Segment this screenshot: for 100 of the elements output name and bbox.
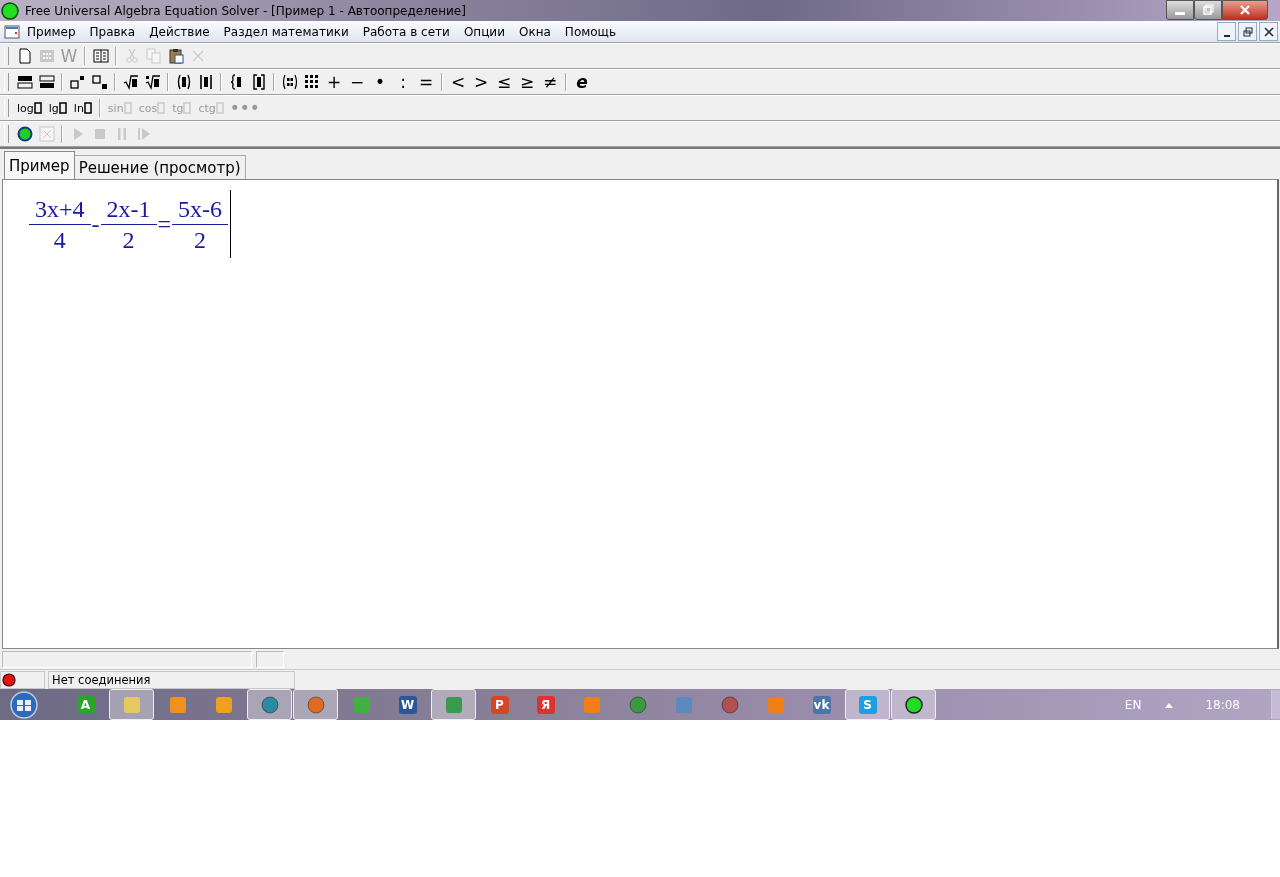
stacked-bars-icon [16, 74, 33, 90]
numerator: 5x-6 [177, 194, 224, 224]
close-icon [1263, 26, 1274, 37]
symbol-button[interactable]: < [448, 71, 468, 93]
placeholder-box-icon [157, 102, 166, 114]
app-icon [352, 695, 371, 714]
grid-icon [38, 48, 55, 64]
menu-item[interactable]: Помощь [557, 24, 623, 39]
step-icon [135, 126, 152, 142]
symbol-button[interactable]: > [471, 71, 491, 93]
round-app-icon [904, 695, 923, 714]
bracket-icon [250, 74, 267, 90]
app-icon [582, 695, 601, 714]
window-title: Free Universal Algebra Equation Solver - [Пример 1 - Автоопределение] [25, 3, 467, 18]
status-panel [256, 651, 284, 668]
text-cursor [230, 190, 232, 258]
stacked-bars-icon [38, 74, 55, 90]
close-icon [1239, 4, 1251, 16]
app-icon [214, 695, 233, 714]
function-button[interactable]: ln [71, 97, 94, 119]
app-icon [168, 695, 187, 714]
round-app-icon [306, 695, 325, 714]
app-icon [1, 1, 19, 20]
matrix-icon [281, 74, 298, 90]
menu-item[interactable]: Опции [456, 24, 512, 39]
page-icon [16, 48, 33, 64]
restore-icon [1202, 4, 1214, 16]
document-icon [4, 24, 20, 39]
close-button[interactable] [1222, 0, 1268, 20]
menu-item[interactable]: Правка [82, 24, 143, 39]
placeholder-box-icon [183, 102, 192, 114]
menu-item[interactable]: Пример [20, 24, 83, 39]
status-indicator-icon [2, 672, 16, 687]
nth-root-icon [144, 74, 161, 90]
menu-item[interactable]: Действие [142, 24, 217, 39]
app-icon [444, 695, 463, 714]
parentheses-icon [175, 74, 192, 90]
function-button[interactable]: lg [46, 97, 69, 119]
absolute-value-icon [197, 74, 214, 90]
taskbar-app[interactable]: Я [523, 689, 568, 720]
minimize-button[interactable] [1166, 0, 1194, 20]
app-icon [766, 695, 785, 714]
app-logo: Я [536, 695, 555, 714]
restore-button[interactable] [1238, 22, 1257, 41]
app-logo: A [76, 695, 95, 714]
taskbar-app[interactable] [891, 689, 936, 720]
symbol-button[interactable]: • [370, 71, 390, 93]
close-button[interactable] [1259, 22, 1278, 41]
round-app-icon [720, 695, 739, 714]
menu-item[interactable]: Раздел математики [216, 24, 356, 39]
square-root-icon [122, 74, 139, 90]
placeholder-box-icon [33, 102, 42, 114]
taskbar-app[interactable]: W [385, 689, 430, 720]
symbol-button[interactable]: ≥ [517, 71, 537, 93]
app-icon [674, 695, 693, 714]
function-label: lg [48, 101, 59, 115]
minimize-button[interactable] [1217, 22, 1236, 41]
placeholder-box-icon [123, 102, 132, 114]
symbol-button[interactable]: − [347, 71, 367, 93]
denominator: 2 [121, 225, 136, 255]
operator: - [90, 210, 101, 239]
circle-icon [16, 126, 33, 142]
numerator: 2x-1 [105, 194, 152, 224]
copy-icon [145, 48, 162, 64]
denominator: 4 [52, 225, 67, 255]
function-label: cos [138, 101, 158, 115]
function-label: log [17, 101, 34, 115]
book-icon [92, 48, 109, 64]
symbol-button[interactable]: + [324, 71, 344, 93]
symbol-button[interactable]: e [572, 71, 592, 93]
symbol-button[interactable]: ≠ [540, 71, 560, 93]
app-logo: P [490, 695, 509, 714]
denominator: 2 [193, 225, 208, 255]
dot-grid-icon [303, 74, 320, 90]
tab[interactable]: Пример [4, 151, 75, 179]
menu-item[interactable]: Работа в сети [355, 24, 457, 39]
function-button[interactable]: log [15, 97, 44, 119]
tab[interactable]: Решение (просмотр) [73, 155, 246, 179]
placeholder-box-icon [58, 102, 67, 114]
symbol-button[interactable]: : [393, 71, 413, 93]
restore-button[interactable] [1194, 0, 1222, 20]
scissors-icon [123, 48, 140, 64]
function-label: tg [172, 101, 184, 115]
function-label: ln [73, 101, 84, 115]
app-logo: S [858, 695, 877, 714]
symbol-button[interactable]: ≤ [494, 71, 514, 93]
function-label: ctg [198, 101, 216, 115]
taskbar-app[interactable]: vk [799, 689, 844, 720]
clipboard-icon [167, 48, 184, 64]
minimize-icon [1175, 11, 1185, 15]
symbol-button[interactable]: = [416, 71, 436, 93]
start-orb-icon [8, 690, 40, 719]
round-app-icon [628, 695, 647, 714]
minimize-icon [1223, 34, 1230, 37]
menu-item[interactable]: Окна [511, 24, 558, 39]
taskbar-app[interactable]: P [477, 689, 522, 720]
superscript-icon [69, 74, 86, 90]
subscript-icon [91, 74, 108, 90]
restore-icon [1242, 26, 1253, 37]
app-icon [122, 695, 141, 714]
